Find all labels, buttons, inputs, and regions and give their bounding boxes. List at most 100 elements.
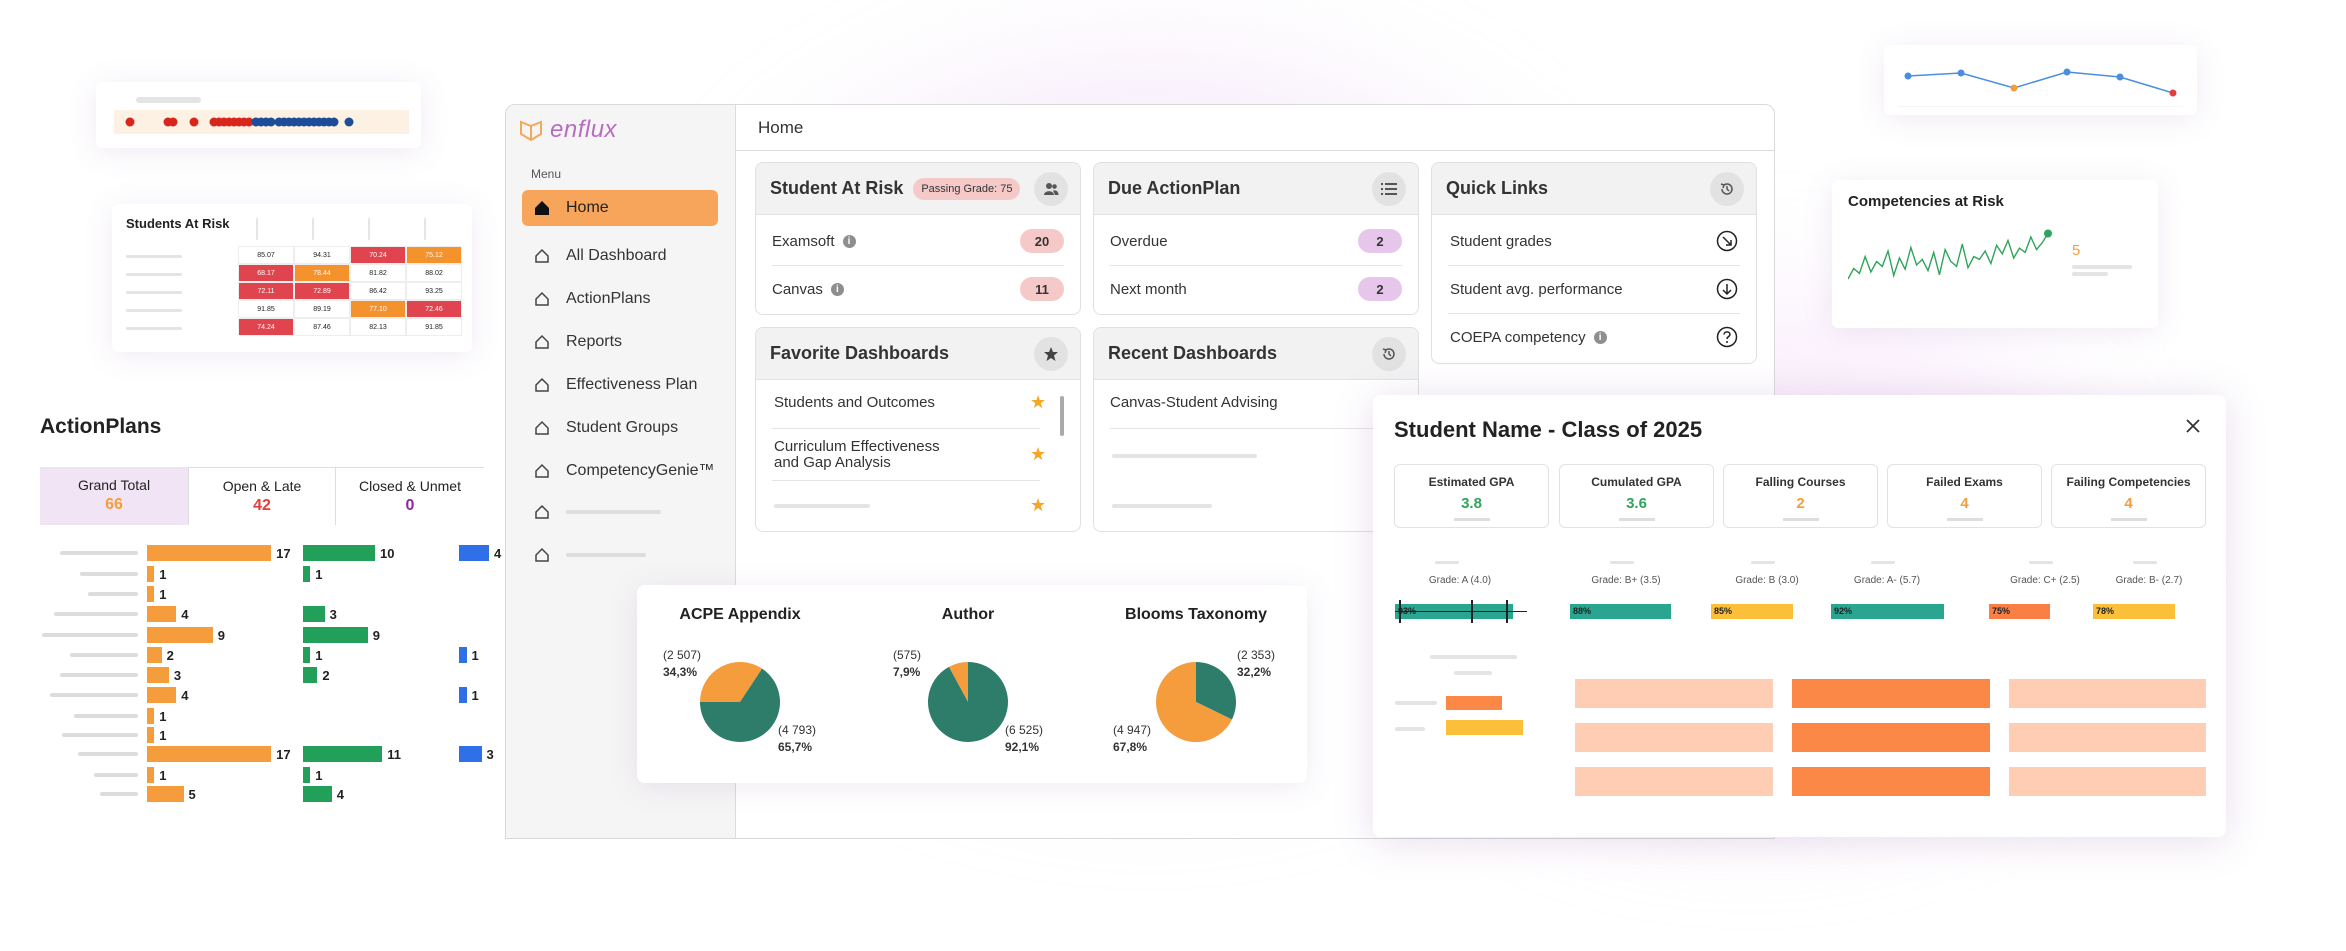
star-icon[interactable]: ★: [1030, 444, 1046, 465]
menu-heading: Menu: [531, 167, 562, 181]
competency-point: [2044, 229, 2052, 238]
arrow-down-icon: [1716, 278, 1738, 304]
home-icon: [534, 377, 554, 393]
sidebar-item-actionplans[interactable]: ActionPlans: [522, 281, 718, 317]
table-cell: 81.82: [350, 264, 406, 282]
bar-value: 3: [486, 747, 494, 762]
due-actionplan-panel: Due ActionPlan Overdue 2 Next month 2: [1093, 162, 1419, 315]
bar-value: 9: [372, 628, 381, 643]
logo[interactable]: enflux: [518, 115, 617, 145]
risk-dot: [168, 117, 178, 127]
metric-card: Failed Exams 4: [1887, 464, 2042, 528]
trend-line-widget: [1884, 45, 2197, 115]
trend-point: [2010, 84, 2018, 92]
list-item[interactable]: Examsoft i 20: [772, 217, 1064, 265]
panel-title: Due ActionPlan: [1108, 178, 1241, 198]
sidebar-item-reports[interactable]: Reports: [522, 324, 718, 360]
close-icon[interactable]: [2184, 417, 2202, 440]
tab-closed-unmet[interactable]: Closed & Unmet 0: [336, 467, 484, 525]
users-icon[interactable]: [1034, 172, 1068, 206]
bar-value: 5: [188, 787, 196, 802]
trend-line: [1907, 71, 2174, 94]
metric-value: 3.6: [1626, 495, 1647, 512]
bar-value: 1: [315, 567, 323, 582]
info-icon[interactable]: i: [830, 282, 844, 296]
list-item[interactable]: Canvas-Student Advising: [1110, 380, 1402, 424]
info-icon[interactable]: i: [842, 234, 856, 248]
sidebar-item-effectiveness-plan[interactable]: Effectiveness Plan: [522, 367, 718, 403]
list-item[interactable]: Students and Outcomes: [774, 380, 1040, 424]
star-icon[interactable]: [1034, 337, 1068, 371]
risk-dot: [266, 117, 276, 127]
bar-value: 2: [166, 648, 174, 663]
dots-widget: [96, 82, 421, 148]
metric-value: 3.8: [1461, 495, 1482, 512]
tab-open-late[interactable]: Open & Late 42: [188, 467, 336, 525]
recent-dashboards-panel: Recent Dashboards Canvas-Student Advisin…: [1093, 327, 1419, 532]
table-cell: 70.24: [350, 246, 406, 264]
home-icon: [534, 463, 554, 479]
heat-cell: [1792, 679, 1990, 708]
green-bar: [303, 746, 383, 762]
modal-title: Student Name - Class of 2025: [1394, 417, 1703, 442]
sidebar-item-label: Reports: [566, 333, 623, 350]
pie-label: (4 947) 67,8%: [1113, 723, 1152, 754]
green-bar: [303, 566, 311, 582]
count-badge: 11: [1020, 277, 1064, 301]
info-icon[interactable]: i: [1593, 330, 1607, 344]
sidebar-item-placeholder[interactable]: [522, 537, 718, 573]
list-icon[interactable]: [1372, 172, 1406, 206]
table-cell: 72.89: [294, 282, 350, 300]
pie-chart: [700, 662, 780, 742]
orange-bar: [147, 746, 272, 762]
pie-label: (4 793) 65,7%: [778, 723, 817, 754]
tab-grand-total[interactable]: Grand Total 66: [40, 467, 188, 525]
bar-value: 2: [322, 668, 330, 683]
sidebar-item-all-dashboard[interactable]: All Dashboard: [522, 238, 718, 274]
history-icon[interactable]: [1372, 337, 1406, 371]
metric-label: Cumulated GPA: [1591, 475, 1682, 489]
bar-value: 1: [471, 648, 479, 663]
sidebar-item-competencygenie[interactable]: CompetencyGenie™: [522, 453, 718, 489]
orange-bar: [147, 627, 213, 643]
quick-link[interactable]: Student grades: [1450, 217, 1738, 265]
star-icon[interactable]: ★: [1030, 495, 1046, 516]
list-item[interactable]: Overdue 2: [1110, 217, 1402, 265]
list-item[interactable]: Next month 2: [1110, 265, 1402, 313]
sidebar-item-student-groups[interactable]: Student Groups: [522, 410, 718, 446]
tab-value: 66: [105, 496, 123, 513]
arrow-down-right-icon: [1716, 230, 1738, 256]
table-cell: 88.02: [406, 264, 462, 282]
table-cell: 94.31: [294, 246, 350, 264]
passing-grade-badge: Passing Grade: 75: [913, 177, 1021, 200]
pie-label: (2 353) 32,2%: [1237, 648, 1276, 679]
home-icon: [534, 504, 554, 520]
metric-value: 4: [1960, 495, 1969, 512]
heat-cell: [1575, 723, 1773, 752]
trend-point: [1957, 69, 1965, 77]
metric-card: Cumulated GPA 3.6: [1559, 464, 1714, 528]
list-item[interactable]: Curriculum Effectiveness and Gap Analysi…: [774, 430, 1040, 480]
bar-value: 1: [315, 648, 323, 663]
count-badge: 2: [1358, 277, 1402, 301]
risk-dot: [189, 117, 199, 127]
grade-label: Grade: B+ (3.5): [1591, 575, 1661, 586]
grade-label: Grade: B- (2.7): [2115, 575, 2183, 586]
heat-cell: [2009, 767, 2206, 796]
heat-cell: [1792, 723, 1990, 752]
history-icon[interactable]: [1710, 172, 1744, 206]
sidebar-item-home[interactable]: Home: [522, 190, 718, 226]
scrollbar[interactable]: [1060, 396, 1064, 436]
metric-card: Estimated GPA 3.8: [1394, 464, 1549, 528]
sidebar-item-placeholder[interactable]: [522, 494, 718, 530]
green-bar: [303, 627, 368, 643]
grade-bar: 78%: [2093, 604, 2175, 619]
breadcrumb[interactable]: Home: [758, 118, 803, 138]
bar-value: 1: [471, 688, 479, 703]
competencies-count: 5: [2072, 242, 2081, 259]
star-icon[interactable]: ★: [1030, 392, 1046, 413]
quick-link[interactable]: COEPA competency i: [1450, 313, 1738, 361]
home-icon: [534, 334, 554, 350]
list-item[interactable]: Canvas i 11: [772, 265, 1064, 313]
quick-link[interactable]: Student avg. performance: [1450, 265, 1738, 313]
